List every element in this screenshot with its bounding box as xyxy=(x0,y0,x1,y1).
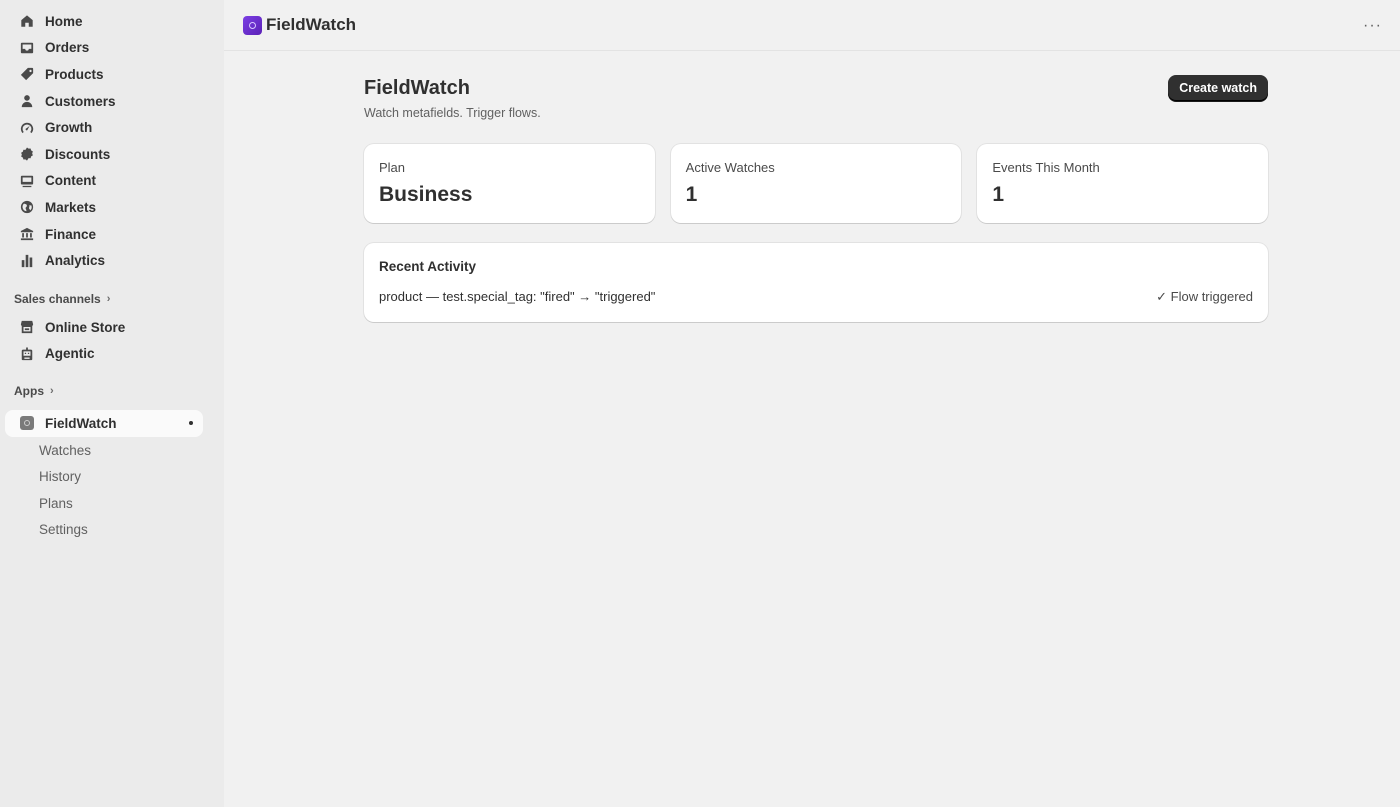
sidebar: Home Orders Products Customers Growth Di… xyxy=(0,0,224,807)
more-actions-icon[interactable]: ··· xyxy=(1363,17,1382,35)
sidebar-item-discounts[interactable]: Discounts xyxy=(5,141,203,168)
stat-label: Events This Month xyxy=(992,160,1100,175)
page-subtitle: Watch metafields. Trigger flows. xyxy=(364,106,541,120)
sidebar-item-label: Finance xyxy=(45,226,97,242)
section-label: Sales channels xyxy=(14,291,101,306)
sales-channels-heading[interactable]: Sales channels › xyxy=(0,288,224,310)
app-topbar: FieldWatch ··· xyxy=(224,0,1400,51)
activity-status: ✓ Flow triggered xyxy=(1156,289,1253,304)
globe-icon xyxy=(20,200,34,214)
stats-row: Plan Business Active Watches 1 Events Th… xyxy=(364,144,1269,223)
recent-activity-card: Recent Activity product — test.special_t… xyxy=(364,243,1268,322)
sidebar-item-label: Markets xyxy=(45,199,97,215)
home-icon xyxy=(20,14,34,28)
app-name: FieldWatch xyxy=(266,15,357,34)
main-content: FieldWatch Watch metafields. Trigger flo… xyxy=(364,75,1269,322)
sidebar-item-label: Analytics xyxy=(45,253,106,269)
sidebar-item-content[interactable]: Content xyxy=(5,168,203,195)
stat-value: 1 xyxy=(992,183,1005,206)
fieldwatch-app-icon xyxy=(20,416,34,431)
sidebar-subitem-plans[interactable]: Plans xyxy=(0,490,224,517)
stat-value: 1 xyxy=(685,183,698,206)
fieldwatch-logo-icon xyxy=(243,15,262,35)
discount-icon xyxy=(20,147,34,161)
gauge-icon xyxy=(20,121,34,135)
sidebar-item-fieldwatch[interactable]: FieldWatch xyxy=(5,410,203,437)
chevron-right-icon: › xyxy=(106,292,111,305)
sidebar-subitem-watches[interactable]: Watches xyxy=(0,437,224,464)
store-icon xyxy=(20,320,34,334)
sidebar-item-products[interactable]: Products xyxy=(5,61,203,88)
sidebar-item-label: Online Store xyxy=(45,319,126,335)
sidebar-item-analytics[interactable]: Analytics xyxy=(5,247,203,274)
apps-heading[interactable]: Apps › xyxy=(0,380,224,402)
sidebar-item-label: Home xyxy=(45,13,83,29)
stat-card-events-this-month: Events This Month 1 xyxy=(977,144,1269,223)
chevron-right-icon: › xyxy=(50,385,54,398)
sidebar-item-label: Growth xyxy=(45,120,93,136)
sidebar-item-label: Customers xyxy=(45,93,116,109)
create-watch-button[interactable]: Create watch xyxy=(1168,75,1268,101)
stat-card-plan: Plan Business xyxy=(364,144,655,223)
activity-description: product — test.special_tag: "fired" → "t… xyxy=(379,289,656,304)
bar-chart-icon xyxy=(20,254,34,268)
sidebar-item-label: Content xyxy=(45,173,96,189)
activity-row: product — test.special_tag: "fired" → "t… xyxy=(379,289,1253,305)
sidebar-item-home[interactable]: Home xyxy=(5,8,203,35)
person-icon xyxy=(20,94,34,108)
content-icon xyxy=(20,174,34,188)
inbox-icon xyxy=(20,41,34,55)
sidebar-item-label: FieldWatch xyxy=(45,415,117,431)
sidebar-item-orders[interactable]: Orders xyxy=(5,35,203,62)
sidebar-item-label: Orders xyxy=(45,40,90,56)
stat-card-active-watches: Active Watches 1 xyxy=(670,144,962,223)
page-header: FieldWatch Watch metafields. Trigger flo… xyxy=(364,75,1268,120)
stat-label: Plan xyxy=(379,160,406,175)
recent-activity-title: Recent Activity xyxy=(379,259,477,274)
sidebar-subitem-settings[interactable]: Settings xyxy=(0,517,224,544)
sidebar-item-label: Agentic xyxy=(45,346,95,362)
sidebar-item-markets[interactable]: Markets xyxy=(5,194,203,221)
tag-icon xyxy=(20,67,34,81)
bank-icon xyxy=(20,227,34,241)
sidebar-subitem-history[interactable]: History xyxy=(0,463,224,490)
stat-label: Active Watches xyxy=(685,160,775,175)
sidebar-item-finance[interactable]: Finance xyxy=(5,221,203,248)
active-dot-icon xyxy=(189,421,193,426)
sidebar-item-customers[interactable]: Customers xyxy=(5,88,203,115)
sidebar-item-agentic[interactable]: Agentic xyxy=(5,341,203,368)
sidebar-item-online-store[interactable]: Online Store xyxy=(5,314,203,341)
sidebar-item-growth[interactable]: Growth xyxy=(5,114,203,141)
section-label: Apps xyxy=(14,384,44,399)
stat-value: Business xyxy=(379,183,473,206)
page-title: FieldWatch xyxy=(364,77,470,99)
robot-icon xyxy=(20,347,34,361)
sidebar-item-label: Products xyxy=(45,66,104,82)
sidebar-item-label: Discounts xyxy=(45,146,111,162)
